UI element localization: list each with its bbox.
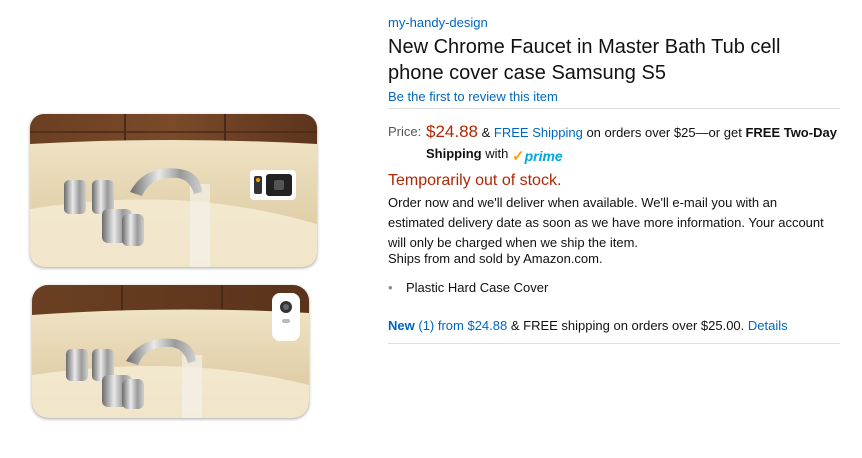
price-body: $24.88 & FREE Shipping on orders over $2… — [426, 121, 838, 167]
prime-logo[interactable]: ✓prime — [512, 146, 563, 167]
shipping-text: on orders over $25—or get — [586, 125, 742, 140]
brand-link[interactable]: my-handy-design — [388, 15, 488, 30]
price-row: Price: $24.88 & FREE Shipping on orders o… — [388, 121, 840, 167]
faucet-photo — [32, 285, 309, 418]
offers-row: New (1) from $24.88 & FREE shipping on o… — [388, 318, 788, 333]
divider — [388, 108, 840, 109]
with-text: with — [485, 146, 509, 161]
new-offers-link[interactable]: New — [388, 318, 415, 333]
price-amp: & — [481, 125, 491, 140]
samsung-s5-case-image[interactable] — [30, 114, 317, 267]
feature-item: Plastic Hard Case Cover — [388, 280, 548, 295]
offers-shipping: & FREE shipping on orders over $25.00. — [510, 318, 745, 333]
feature-list: Plastic Hard Case Cover — [388, 280, 548, 295]
offers-count-link[interactable]: (1) from $24.88 — [418, 318, 507, 333]
stock-status: Temporarily out of stock. — [388, 172, 562, 189]
product-title: New Chrome Faucet in Master Bath Tub cel… — [388, 36, 781, 84]
iphone-case-image[interactable] — [32, 285, 309, 418]
faucet-photo — [30, 114, 317, 267]
price-label: Price: — [388, 124, 422, 139]
prime-check-icon: ✓ — [511, 148, 525, 165]
review-link[interactable]: Be the first to review this item — [388, 89, 558, 104]
divider — [388, 343, 840, 344]
free-shipping-link[interactable]: FREE Shipping — [494, 125, 583, 140]
prime-word: prime — [524, 148, 563, 164]
details-link[interactable]: Details — [748, 318, 788, 333]
ships-from: Ships from and sold by Amazon.com. — [388, 251, 603, 266]
price-amount: $24.88 — [426, 122, 478, 141]
availability-details: Order now and we'll deliver when availab… — [388, 195, 824, 250]
